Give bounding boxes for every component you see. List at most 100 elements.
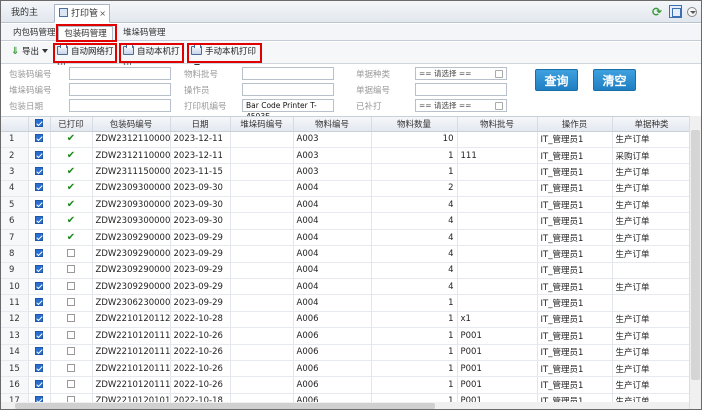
row-checkbox-input[interactable]	[35, 347, 43, 356]
stack-code-input[interactable]	[69, 83, 171, 96]
table-row[interactable]: 10 ZDW23092900001 2023-09-29 A004 4 IT_管理员1 生产…	[1, 278, 692, 296]
header-batch[interactable]: 物料批号	[457, 117, 538, 132]
row-checkbox-input[interactable]	[35, 150, 43, 159]
row-checkbox[interactable]	[28, 163, 51, 181]
row-checkbox-input[interactable]	[35, 248, 43, 257]
table-row[interactable]: 12 ZDW22101201120 2022-10-28 A006 1 x1 IT_管理员1…	[1, 311, 692, 329]
row-checkbox-input[interactable]	[35, 314, 43, 323]
row-checkbox[interactable]	[28, 327, 51, 345]
material-code-cell: A004	[293, 229, 372, 247]
select-all-checkbox[interactable]	[35, 118, 43, 127]
row-checkbox[interactable]	[28, 147, 51, 165]
row-checkbox-input[interactable]	[35, 199, 43, 208]
doc-type-select[interactable]: == 请选择 ==	[415, 67, 507, 80]
row-checkbox[interactable]	[28, 311, 51, 329]
tab-home[interactable]: 我的主页	[5, 4, 51, 36]
header-rownum	[1, 117, 29, 132]
row-checkbox-input[interactable]	[35, 265, 43, 274]
printer-no-input[interactable]: Bar Code Printer T-4503E	[242, 99, 334, 121]
header-printed[interactable]: 已打印	[50, 117, 93, 132]
row-checkbox-input[interactable]	[35, 183, 43, 192]
row-checkbox-input[interactable]	[35, 232, 43, 241]
table-row[interactable]: 7 ✔ ZDW23092900004 2023-09-29 A004 4 IT_管理员1 生产…	[1, 229, 692, 247]
table-row[interactable]: 13 ZDW22101201119 2022-10-26 A006 1 P001 IT_管理…	[1, 327, 692, 345]
close-icon[interactable]: ×	[99, 5, 106, 23]
table-row[interactable]: 2 ✔ ZDW23121100001 2023-12-11 A003 1 111 IT_管理员…	[1, 147, 692, 165]
header-select-all[interactable]	[28, 117, 51, 132]
row-checkbox[interactable]	[28, 294, 51, 312]
row-checkbox[interactable]	[28, 376, 51, 394]
row-number: 6	[1, 212, 29, 230]
header-operator[interactable]: 操作员	[537, 117, 613, 132]
export-button[interactable]: ⇓ 导出	[9, 45, 49, 61]
printed-cell: ✔	[50, 229, 93, 247]
table-row[interactable]: 15 ZDW22101201117 2022-10-26 A006 1 P001 IT_管理…	[1, 360, 692, 378]
table-row[interactable]: 5 ✔ ZDW23093000002 2023-09-30 A004 4 IT_管理员1 生产…	[1, 196, 692, 214]
doc-no-input[interactable]	[415, 83, 507, 96]
table-row[interactable]: 6 ✔ ZDW23093000001 2023-09-30 A004 4 IT_管理员1 生产…	[1, 212, 692, 230]
header-date[interactable]: 日期	[170, 117, 231, 132]
row-checkbox[interactable]	[28, 180, 51, 198]
row-checkbox-input[interactable]	[35, 166, 43, 175]
header-stack-code[interactable]: 堆垛码编号	[230, 117, 294, 132]
row-checkbox-input[interactable]	[35, 380, 43, 389]
table-row[interactable]: 4 ✔ ZDW23093000003 2023-09-30 A004 2 IT_管理员1 生产…	[1, 180, 692, 198]
unchecked-box-icon	[67, 281, 75, 290]
query-button[interactable]: 查询	[535, 69, 578, 91]
row-checkbox[interactable]	[28, 360, 51, 378]
header-pack-code[interactable]: 包装码编号	[92, 117, 171, 132]
table-row[interactable]: 8 ZDW23092900003 2023-09-29 A004 4 IT_管理员1 生产订…	[1, 245, 692, 263]
row-number: 1	[1, 131, 29, 148]
date-cell: 2023-09-29	[170, 278, 231, 296]
subtab-stack-code[interactable]: 堆垛码管理	[119, 26, 170, 41]
table-row[interactable]: 3 ✔ ZDW23111500001 2023-11-15 A003 1 IT_管理员1 生产…	[1, 163, 692, 181]
table-row[interactable]: 14 ZDW22101201118 2022-10-26 A006 1 P001 IT_管理…	[1, 344, 692, 361]
batch-cell: P001	[457, 376, 538, 394]
doc-no-label: 单据编号	[356, 86, 391, 96]
operator-input[interactable]	[242, 83, 334, 96]
row-checkbox[interactable]	[28, 262, 51, 280]
table-row[interactable]: 16 ZDW22101201116 2022-10-26 A006 1 P001 IT_管理…	[1, 376, 692, 394]
row-checkbox[interactable]	[28, 196, 51, 214]
refresh-icon[interactable]: ⟳	[652, 6, 664, 18]
table-row[interactable]: 11 ZDW23062300002 2023-09-29 A004 1 IT_管理员1	[1, 294, 692, 312]
maximize-icon[interactable]	[669, 5, 682, 18]
operator-cell: IT_管理员1	[537, 344, 613, 361]
chevron-down-icon[interactable]	[687, 7, 697, 17]
pack-code-cell: ZDW22101201119	[92, 327, 171, 345]
top-tab-bar: 我的主页 打印管理 × ⟳	[1, 1, 701, 37]
row-checkbox[interactable]	[28, 245, 51, 263]
pack-code-input[interactable]	[69, 67, 171, 80]
row-checkbox-input[interactable]	[35, 298, 43, 307]
row-checkbox-input[interactable]	[35, 363, 43, 372]
scroll-thumb[interactable]	[15, 403, 435, 409]
stack-code-cell	[230, 294, 294, 312]
table-row[interactable]: 1 ✔ ZDW23121100004 2023-12-11 A003 10 IT_管理员1 生…	[1, 131, 692, 148]
reprinted-select[interactable]: == 请选择 ==	[415, 99, 507, 112]
row-checkbox-input[interactable]	[35, 134, 43, 143]
header-doc-type[interactable]: 单据种类	[612, 117, 692, 132]
row-checkbox[interactable]	[28, 131, 51, 148]
operator-cell: IT_管理员1	[537, 196, 613, 214]
clear-button[interactable]: 清空	[593, 69, 636, 91]
batch-input[interactable]	[242, 67, 334, 80]
table-row[interactable]: 9 ZDW23092900002 2023-09-29 A004 4 IT_管理员1	[1, 262, 692, 280]
operator-cell: IT_管理员1	[537, 278, 613, 296]
pack-date-input[interactable]	[69, 99, 171, 112]
row-checkbox[interactable]	[28, 212, 51, 230]
printed-cell	[50, 376, 93, 394]
horizontal-scrollbar[interactable]	[1, 402, 689, 409]
batch-cell: 111	[457, 147, 538, 165]
scroll-thumb[interactable]	[691, 130, 700, 380]
row-checkbox-input[interactable]	[35, 330, 43, 339]
row-checkbox-input[interactable]	[35, 216, 43, 225]
vertical-scrollbar[interactable]	[689, 116, 701, 409]
row-checkbox[interactable]	[28, 344, 51, 361]
row-checkbox[interactable]	[28, 278, 51, 296]
tab-print-management[interactable]: 打印管理 ×	[54, 4, 110, 37]
header-quantity[interactable]: 物料数量	[371, 117, 458, 132]
subtab-inner-code[interactable]: 内包码管理	[9, 26, 60, 41]
header-material-code[interactable]: 物料编号	[293, 117, 372, 132]
row-checkbox-input[interactable]	[35, 281, 43, 290]
row-checkbox[interactable]	[28, 229, 51, 247]
